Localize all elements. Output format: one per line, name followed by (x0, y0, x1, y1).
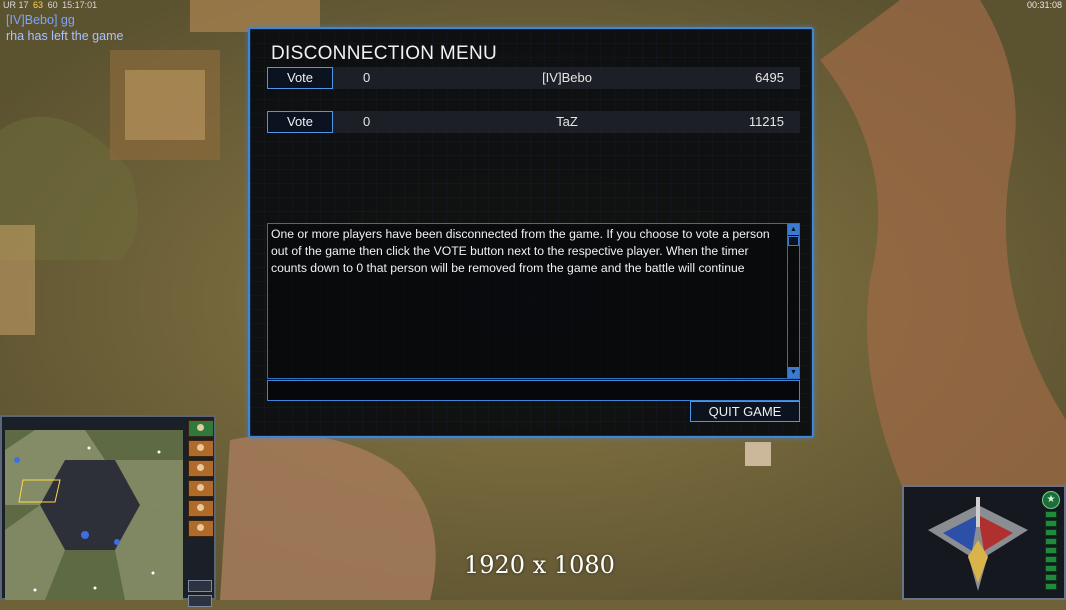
power-bar (1045, 520, 1057, 527)
minimap-buttons (186, 420, 214, 610)
options-icon[interactable] (188, 580, 212, 592)
chat-message: [IV]Bebo] gg (6, 13, 75, 27)
game-clock: 00:31:08 (1026, 0, 1062, 10)
scroll-down-icon[interactable]: ▼ (788, 367, 799, 378)
power-bar (1045, 547, 1057, 554)
player-name: [IV]Bebo (542, 70, 592, 85)
radar-toggle-icon[interactable] (188, 420, 214, 437)
chat-input[interactable] (267, 380, 800, 401)
command-icon[interactable] (188, 440, 214, 457)
vote-button[interactable]: Vote (267, 67, 333, 89)
vote-button[interactable]: Vote (267, 111, 333, 133)
scroll-thumb[interactable] (788, 236, 799, 246)
command-icon[interactable] (188, 460, 214, 477)
chat-message: rha has left the game (6, 29, 124, 43)
resource-readout: UR 17 63 60 15:17:01 (3, 0, 99, 10)
vote-count: 0 (363, 70, 371, 85)
stat-2: 63 (33, 0, 44, 10)
dialog-title: DISCONNECTION MENU (271, 43, 498, 64)
power-bar (1045, 556, 1057, 563)
player-name: TaZ (556, 114, 578, 129)
player-score: 11215 (748, 114, 784, 129)
power-bar (1045, 565, 1057, 572)
power-bar (1045, 574, 1057, 581)
power-bar (1045, 583, 1057, 590)
power-bar (1045, 511, 1057, 518)
player-row: Vote 0 [IV]Bebo 6495 (267, 67, 800, 89)
vote-count: 0 (363, 114, 371, 129)
stat-time: 15:17:01 (62, 0, 98, 10)
player-score: 6495 (755, 70, 784, 85)
command-icon[interactable] (188, 480, 214, 497)
scroll-up-icon[interactable]: ▲ (788, 224, 799, 235)
command-icon[interactable] (188, 520, 214, 537)
message-scrollbar[interactable]: ▲ ▼ (787, 224, 799, 378)
stat-3: 60 (47, 0, 58, 10)
chat-icon[interactable] (188, 595, 212, 607)
chat-log: [IV]Bebo] gg rha has left the game (6, 12, 123, 44)
minimap-panel (0, 415, 216, 607)
disconnection-dialog: DISCONNECTION MENU Vote 0 [IV]Bebo 6495 … (248, 27, 814, 438)
power-star-icon: ★ (1042, 491, 1060, 509)
disconnect-message: One or more players have been disconnect… (271, 227, 770, 275)
resolution-caption: 1920 x 1080 (464, 551, 615, 579)
message-box: One or more players have been disconnect… (267, 223, 800, 379)
power-bar (1045, 538, 1057, 545)
power-bar (1045, 529, 1057, 536)
faction-panel: ★ (902, 485, 1066, 600)
power-meter: ★ (1042, 491, 1060, 597)
command-icon[interactable] (188, 500, 214, 517)
faction-emblem-icon (928, 497, 1028, 591)
stat-1: UR 17 (3, 0, 29, 10)
minimap[interactable] (5, 430, 183, 600)
player-row: Vote 0 TaZ 11215 (267, 111, 800, 133)
quit-game-button[interactable]: QUIT GAME (690, 401, 800, 422)
